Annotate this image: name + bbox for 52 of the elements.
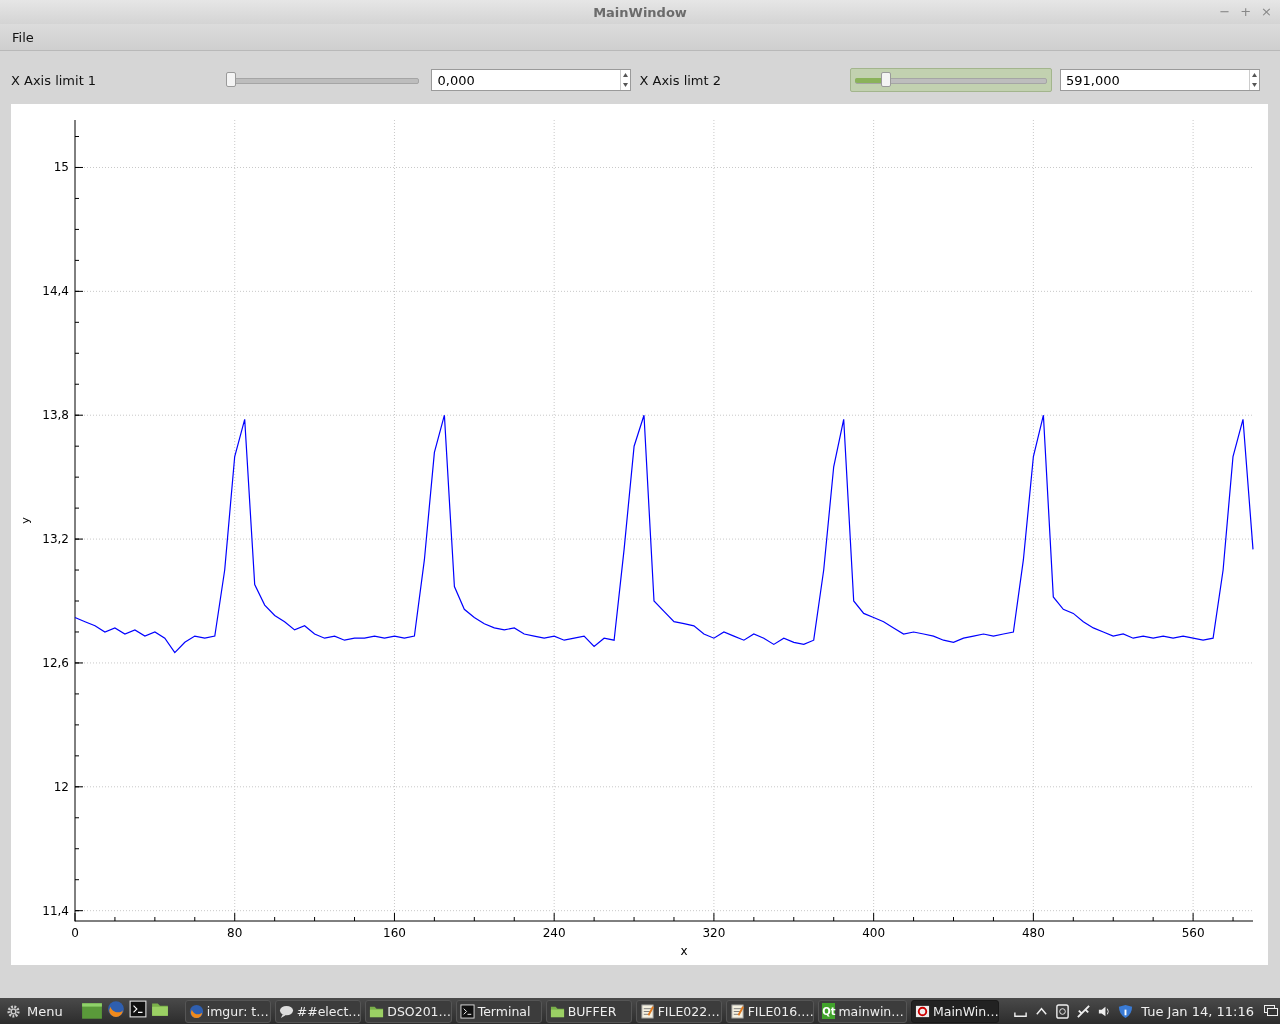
taskbar-button[interactable]: MainWin… xyxy=(910,999,1000,1023)
taskbar-button[interactable]: Qt mainwin… xyxy=(818,999,907,1023)
notepad-icon xyxy=(639,1003,655,1019)
taskbar-button[interactable]: DSO201… xyxy=(365,999,452,1023)
slider-handle[interactable] xyxy=(225,72,236,87)
speech-bubble-icon xyxy=(278,1003,294,1019)
clipboard-icon[interactable] xyxy=(1055,1003,1071,1019)
x-tick-label: 320 xyxy=(702,926,726,940)
taskbar-button[interactable]: BUFFER xyxy=(545,999,632,1023)
terminal-icon xyxy=(459,1003,475,1019)
spin-box[interactable]: 0,000 xyxy=(431,69,632,91)
shield-icon[interactable] xyxy=(1118,1003,1134,1019)
y-tick-label: 11,4 xyxy=(42,903,69,918)
x-tick-label: 400 xyxy=(862,926,886,940)
plug-icon[interactable] xyxy=(1076,1003,1092,1019)
taskbar-button[interactable]: ##elect… xyxy=(274,999,362,1023)
y-tick-label: 12,6 xyxy=(42,655,69,670)
taskbar-button[interactable]: FILE022… xyxy=(635,999,722,1023)
x-tick-label: 240 xyxy=(542,926,566,940)
window-title: MainWindow xyxy=(593,4,687,20)
x-tick-label: 80 xyxy=(227,926,243,940)
menu-item[interactable]: File xyxy=(12,29,34,45)
y-tick-label: 12 xyxy=(53,779,69,794)
slider[interactable] xyxy=(850,68,1052,92)
taskbar-button[interactable]: Terminal xyxy=(455,999,542,1023)
y-tick-label: 15 xyxy=(53,160,69,175)
qt-icon: Qt xyxy=(822,1003,836,1019)
slider-handle[interactable] xyxy=(881,72,892,87)
menu-button[interactable]: Menu xyxy=(2,1003,67,1019)
window-icon xyxy=(914,1003,930,1019)
y-tick-label: 13,2 xyxy=(42,532,69,547)
slider-label: X Axis limt 2 xyxy=(639,72,722,88)
taskbar-button[interactable]: FILE016.… xyxy=(725,999,815,1023)
windows-icon[interactable] xyxy=(1264,1005,1278,1017)
x-axis-label: x xyxy=(680,944,688,958)
spin-arrows-icon[interactable] xyxy=(1249,70,1259,90)
desktop-icon[interactable] xyxy=(80,1000,103,1022)
y-tick-label: 13,8 xyxy=(42,408,69,423)
gear-icon xyxy=(6,1003,21,1019)
slider-label: X Axis limit 1 xyxy=(11,72,98,88)
x-tick-label: 480 xyxy=(1021,926,1045,940)
spin-arrows-icon[interactable] xyxy=(620,70,631,90)
x-tick-label: 160 xyxy=(383,926,406,940)
clock: Tue Jan 14, 11:16 xyxy=(1141,1003,1254,1019)
globe-icon xyxy=(188,1003,204,1019)
taskbar-button[interactable]: imgur: t… xyxy=(184,999,271,1023)
x-tick-label: 0 xyxy=(71,926,79,940)
notepad-icon xyxy=(729,1003,745,1019)
y-axis-label: y xyxy=(19,517,32,524)
y-tick-label: 14,4 xyxy=(42,284,69,299)
x-tick-label: 560 xyxy=(1181,926,1205,940)
spin-box[interactable]: 591,000 xyxy=(1060,69,1260,91)
